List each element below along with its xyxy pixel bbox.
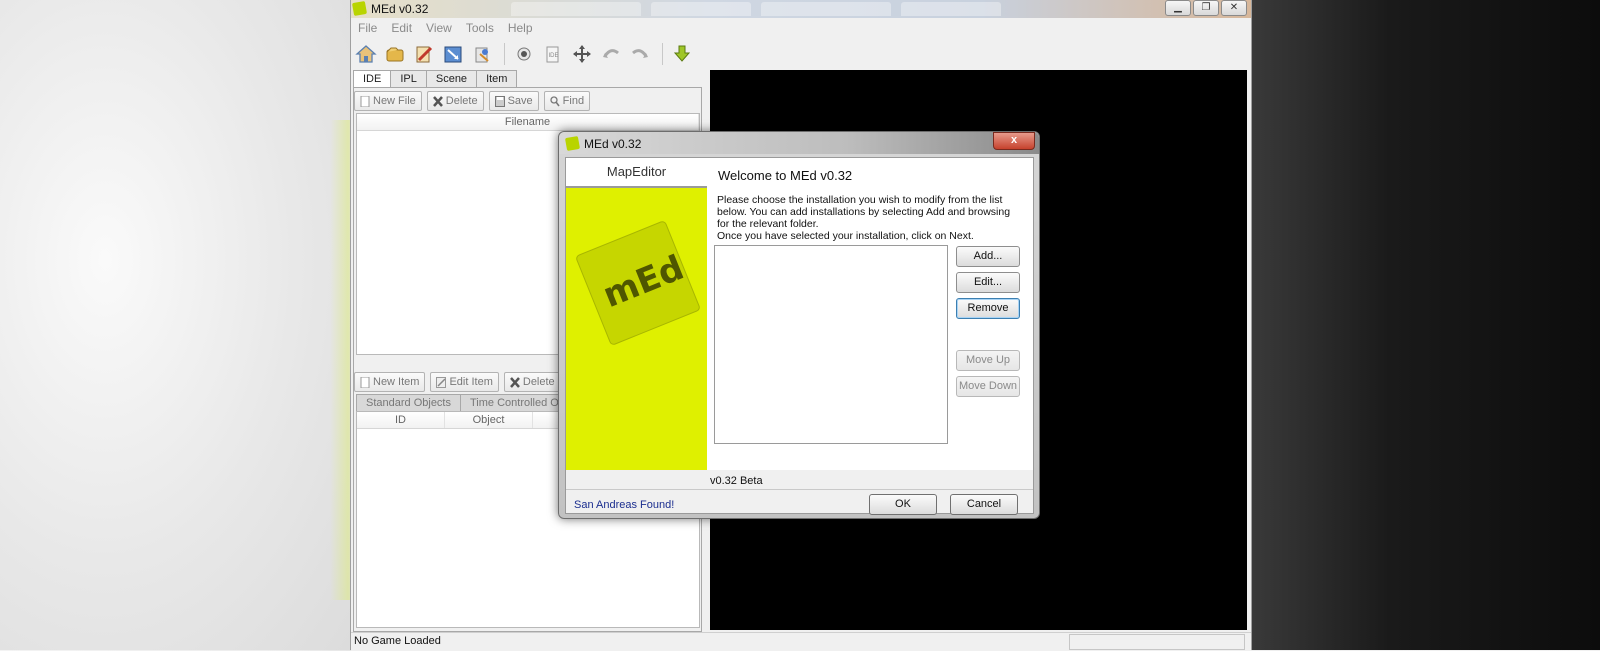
background-left: [0, 0, 350, 650]
file-list-header: Filename: [357, 114, 699, 131]
background-tab: [901, 2, 1001, 16]
window-title: MEd v0.32: [371, 2, 429, 16]
background-tab: [761, 2, 891, 16]
delete-label: Delete: [445, 95, 478, 107]
item-button-row: New Item Edit Item Delete Item: [354, 372, 586, 392]
menu-file[interactable]: File: [351, 19, 384, 39]
new-file-icon: [360, 95, 370, 107]
tab-scene[interactable]: Scene: [425, 70, 478, 87]
undo-icon[interactable]: [598, 42, 624, 66]
home-icon[interactable]: [353, 42, 379, 66]
edit-item-button[interactable]: Edit Item: [430, 372, 499, 392]
ide-icon[interactable]: IDE: [540, 42, 566, 66]
status-cell: [1069, 634, 1245, 650]
welcome-dialog: MEd v0.32 x MapEditor mEd Welcome to MEd…: [558, 131, 1040, 519]
dialog-sidebar: MapEditor mEd: [566, 158, 708, 470]
new-file-button[interactable]: New File: [354, 91, 422, 111]
map-icon[interactable]: [440, 42, 466, 66]
close-button[interactable]: ✕: [1221, 0, 1247, 16]
move-up-button[interactable]: Move Up: [956, 350, 1020, 371]
delete-button[interactable]: Delete: [426, 91, 484, 111]
dialog-footer: San Andreas Found! OK Cancel: [566, 489, 1033, 515]
status-bar: No Game Loaded: [351, 632, 1251, 651]
edit-icon[interactable]: [411, 42, 437, 66]
description-line: Once you have selected your installation…: [717, 230, 974, 242]
redo-icon[interactable]: [627, 42, 653, 66]
open-icon[interactable]: [382, 42, 408, 66]
menu-tools[interactable]: Tools: [459, 19, 501, 39]
move-down-button[interactable]: Move Down: [956, 376, 1020, 397]
file-button-row: New File Delete Save Find: [354, 91, 591, 111]
toolbar-separator: [504, 43, 505, 65]
title-bar: MEd v0.32 ▁ ❐ ✕: [351, 0, 1251, 18]
dialog-content: Welcome to MEd v0.32 Please choose the i…: [707, 158, 1033, 470]
dialog-title: MEd v0.32: [584, 137, 642, 151]
edit-item-icon: [436, 376, 447, 388]
tab-ipl[interactable]: IPL: [390, 70, 427, 87]
save-icon: [494, 95, 505, 107]
find-label: Find: [562, 95, 585, 107]
dialog-title-bar: MEd v0.32 x: [559, 132, 1039, 154]
save-label: Save: [507, 95, 533, 107]
menu-view[interactable]: View: [419, 19, 459, 39]
status-text: No Game Loaded: [354, 635, 441, 647]
welcome-description: Please choose the installation you wish …: [717, 194, 1017, 242]
delete-icon: [432, 95, 443, 107]
ok-button[interactable]: OK: [869, 494, 937, 515]
svg-text:IDE: IDE: [549, 53, 559, 59]
window-controls: ▁ ❐ ✕: [1165, 0, 1247, 16]
cancel-button[interactable]: Cancel: [950, 494, 1018, 515]
minimize-button[interactable]: ▁: [1165, 0, 1191, 16]
new-item-icon: [360, 376, 370, 388]
find-button[interactable]: Find: [543, 91, 591, 111]
column-filename[interactable]: Filename: [357, 114, 699, 130]
background-tab: [511, 2, 641, 16]
column-id[interactable]: ID: [357, 412, 445, 428]
move-icon[interactable]: [569, 42, 595, 66]
dialog-close-button[interactable]: x: [993, 132, 1035, 150]
game-found-label: San Andreas Found!: [574, 499, 675, 511]
remove-button[interactable]: Remove: [956, 298, 1020, 319]
sidebar-header: MapEditor: [566, 158, 707, 188]
description-line: Please choose the installation you wish …: [717, 194, 1011, 230]
background-right: [1250, 0, 1600, 650]
new-item-button[interactable]: New Item: [354, 372, 426, 392]
new-item-label: New Item: [373, 376, 420, 388]
installation-list[interactable]: [714, 245, 948, 444]
menu-edit[interactable]: Edit: [384, 19, 419, 39]
find-icon: [550, 95, 560, 106]
toolbar: IDE: [353, 40, 1249, 68]
edit-button[interactable]: Edit...: [956, 272, 1020, 293]
background-tab: [651, 2, 751, 16]
record-icon[interactable]: [511, 42, 537, 66]
new-file-label: New File: [373, 95, 416, 107]
toolbar-separator: [662, 43, 663, 65]
dialog-app-icon: [564, 135, 581, 152]
main-tabs: IDE IPL Scene Item: [353, 70, 518, 89]
settings-icon[interactable]: [469, 42, 495, 66]
app-icon: [351, 0, 368, 17]
med-logo: mEd: [576, 221, 700, 345]
version-label: v0.32 Beta: [710, 475, 763, 487]
tab-standard-objects[interactable]: Standard Objects: [356, 394, 461, 411]
add-button[interactable]: Add...: [956, 246, 1020, 267]
download-arrow-icon[interactable]: [669, 42, 695, 66]
save-button[interactable]: Save: [488, 91, 539, 111]
welcome-heading: Welcome to MEd v0.32: [718, 168, 853, 183]
tab-item[interactable]: Item: [476, 70, 518, 87]
menu-help[interactable]: Help: [501, 19, 540, 39]
column-object[interactable]: Object: [445, 412, 533, 428]
maximize-button[interactable]: ❐: [1193, 0, 1219, 16]
delete-item-icon: [509, 376, 520, 388]
menu-bar: File Edit View Tools Help: [351, 19, 1251, 39]
dialog-body: MapEditor mEd Welcome to MEd v0.32 Pleas…: [565, 157, 1034, 515]
edit-item-label: Edit Item: [449, 376, 493, 388]
